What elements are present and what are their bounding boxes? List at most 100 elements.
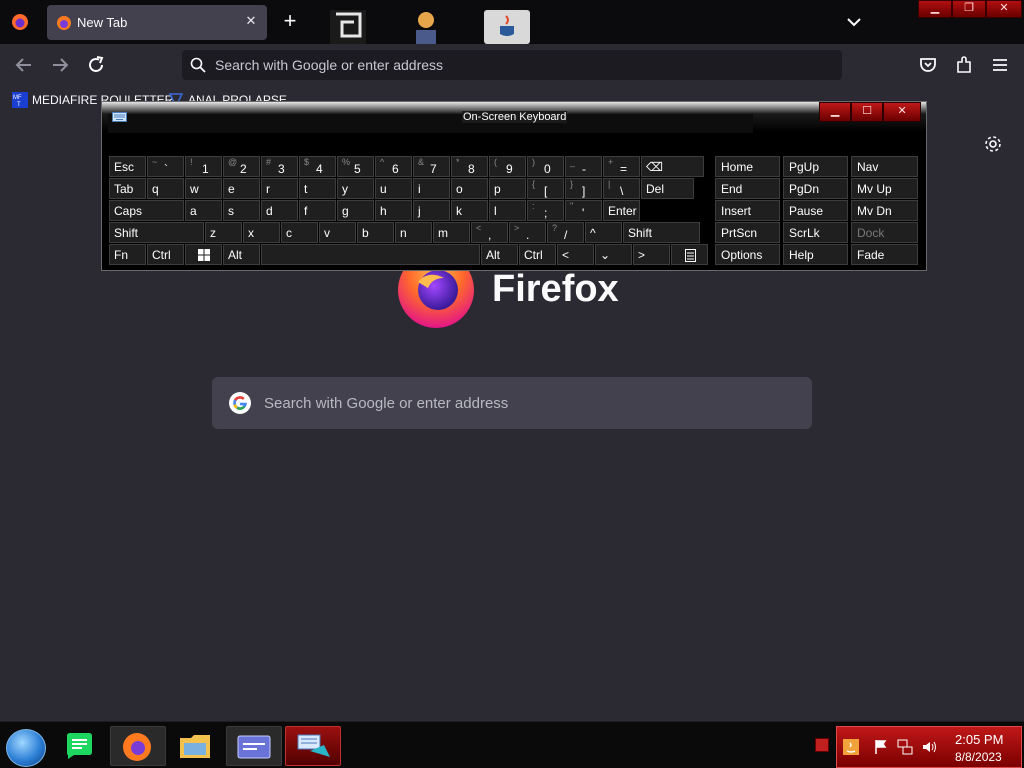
network-icon[interactable] — [897, 739, 913, 755]
key-6[interactable]: ^ 6 — [375, 156, 412, 177]
clock-date[interactable]: 8/8/2023 — [955, 750, 1002, 764]
key-rshift[interactable]: Shift — [623, 222, 700, 243]
key-down[interactable]: ⌄ — [595, 244, 632, 265]
key-d[interactable]: d — [261, 200, 298, 221]
taskbar-firefox[interactable] — [110, 726, 166, 766]
key-space[interactable] — [261, 244, 480, 265]
nav-key-home[interactable]: Home — [715, 156, 780, 177]
java-tray-icon[interactable] — [843, 739, 859, 755]
key-rbracket[interactable]: }] — [565, 178, 602, 199]
osk-maximize-button[interactable]: ☐ — [851, 102, 884, 122]
key-w[interactable]: w — [185, 178, 222, 199]
taskbar-notes-app[interactable] — [52, 726, 108, 766]
key-u[interactable]: u — [375, 178, 412, 199]
key-menu[interactable] — [671, 244, 708, 265]
key-n[interactable]: n — [395, 222, 432, 243]
key-v[interactable]: v — [319, 222, 356, 243]
back-arrow-icon[interactable] — [11, 52, 37, 78]
key-x[interactable]: x — [243, 222, 280, 243]
osk-minimize-button[interactable]: ▁ — [819, 102, 852, 122]
key-y[interactable]: y — [337, 178, 374, 199]
key-1[interactable]: ! 1 — [185, 156, 222, 177]
key-backslash[interactable]: | \ — [603, 178, 640, 199]
key-minus[interactable]: _ - — [565, 156, 602, 177]
key-k[interactable]: k — [451, 200, 488, 221]
extensions-icon[interactable] — [953, 54, 975, 76]
key-2[interactable]: @2 — [223, 156, 260, 177]
tab-new-tab[interactable]: New Tab ✕ — [47, 5, 267, 40]
key-ralt[interactable]: Alt — [481, 244, 518, 265]
key-caps[interactable]: Caps — [109, 200, 184, 221]
new-tab-button[interactable]: + — [278, 10, 302, 34]
firefox-view-icon[interactable] — [10, 12, 30, 32]
hamburger-menu-icon[interactable] — [989, 54, 1011, 76]
nav-key-end[interactable]: End — [715, 178, 780, 199]
forward-arrow-icon[interactable] — [47, 52, 73, 78]
nav-key-scrlk[interactable]: ScrLk — [783, 222, 848, 243]
key-i[interactable]: i — [413, 178, 450, 199]
taskbar-osk-app[interactable] — [285, 726, 341, 766]
key-8[interactable]: * 8 — [451, 156, 488, 177]
nav-key-insert[interactable]: Insert — [715, 200, 780, 221]
osk-titlebar[interactable]: On-Screen Keyboard ▁ ☐ ✕ — [102, 102, 926, 133]
url-bar[interactable] — [182, 50, 842, 80]
key-semicolon[interactable]: :; — [527, 200, 564, 221]
hero-search-box[interactable] — [212, 377, 812, 429]
key-f[interactable]: f — [299, 200, 336, 221]
key-fn[interactable]: Fn — [109, 244, 146, 265]
key-9[interactable]: (9 — [489, 156, 526, 177]
action-center-flag-icon[interactable] — [873, 739, 889, 755]
url-input[interactable] — [215, 50, 815, 80]
key-g[interactable]: g — [337, 200, 374, 221]
key-c[interactable]: c — [281, 222, 318, 243]
show-desktop-flag-icon[interactable] — [815, 738, 829, 752]
nav-key-mv-dn[interactable]: Mv Dn — [851, 200, 918, 221]
key-slash[interactable]: ? / — [547, 222, 584, 243]
key-right[interactable]: > — [633, 244, 670, 265]
key-b[interactable]: b — [357, 222, 394, 243]
hero-search-input[interactable] — [264, 377, 794, 429]
key-lbracket[interactable]: {[ — [527, 178, 564, 199]
key-period[interactable]: >. — [509, 222, 546, 243]
key-equals[interactable]: + = — [603, 156, 640, 177]
key-7[interactable]: & 7 — [413, 156, 450, 177]
volume-icon[interactable] — [921, 739, 937, 755]
key-tilde[interactable]: ~ ` — [147, 156, 184, 177]
nav-key-prtscn[interactable]: PrtScn — [715, 222, 780, 243]
key-left[interactable]: < — [557, 244, 594, 265]
key-e[interactable]: e — [223, 178, 260, 199]
nav-key-mv-up[interactable]: Mv Up — [851, 178, 918, 199]
key-a[interactable]: a — [185, 200, 222, 221]
key-esc[interactable]: Esc — [109, 156, 146, 177]
key-enter[interactable]: Enter — [603, 200, 640, 221]
close-window-button[interactable]: ✕ — [986, 0, 1022, 18]
key-q[interactable]: q — [147, 178, 184, 199]
key-h[interactable]: h — [375, 200, 412, 221]
key-up[interactable]: ^ — [585, 222, 622, 243]
osk-close-button[interactable]: ✕ — [883, 102, 922, 122]
key-5[interactable]: % 5 — [337, 156, 374, 177]
key-r[interactable]: r — [261, 178, 298, 199]
nav-key-fade[interactable]: Fade — [851, 244, 918, 265]
key-m[interactable]: m — [433, 222, 470, 243]
start-button[interactable] — [6, 729, 46, 767]
key-o[interactable]: o — [451, 178, 488, 199]
maximize-button[interactable]: ❐ — [952, 0, 986, 18]
key-lctrl[interactable]: Ctrl — [147, 244, 184, 265]
key-quote[interactable]: " ' — [565, 200, 602, 221]
minimize-button[interactable]: ▁ — [918, 0, 952, 18]
reload-icon[interactable] — [83, 52, 109, 78]
key-lshift[interactable]: Shift — [109, 222, 204, 243]
nav-key-pgup[interactable]: PgUp — [783, 156, 848, 177]
key-tab[interactable]: Tab — [109, 178, 146, 199]
key-comma[interactable]: <, — [471, 222, 508, 243]
key-rctrl[interactable]: Ctrl — [519, 244, 556, 265]
key-del[interactable]: Del — [641, 178, 694, 199]
key-p[interactable]: p — [489, 178, 526, 199]
clock-time[interactable]: 2:05 PM — [955, 732, 1003, 747]
chevron-down-icon[interactable] — [844, 12, 864, 32]
key-l[interactable]: l — [489, 200, 526, 221]
key-j[interactable]: j — [413, 200, 450, 221]
nav-key-dock[interactable]: Dock — [851, 222, 918, 243]
key-4[interactable]: $4 — [299, 156, 336, 177]
